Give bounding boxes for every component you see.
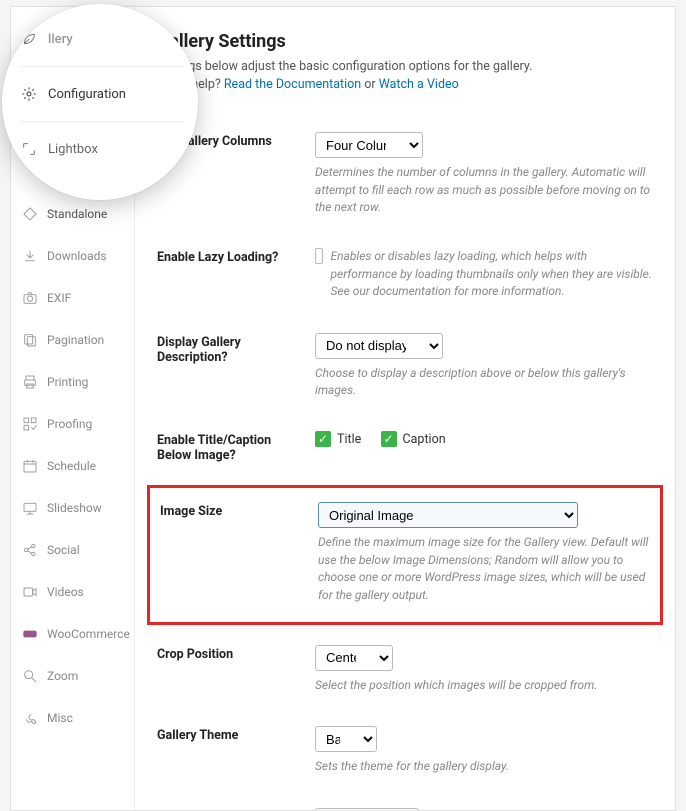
row-image-size: Image Size Original Image Define the max… bbox=[147, 485, 663, 625]
diamond-icon bbox=[21, 205, 39, 223]
select-columns[interactable]: Four Columns (4) bbox=[315, 132, 423, 158]
sidebar-item-proofing[interactable]: Proofing bbox=[11, 403, 134, 445]
help-description: Choose to display a description above or… bbox=[315, 365, 653, 400]
zoom-overlay: llery Configuration Lightbox bbox=[2, 4, 198, 200]
sidebar-item-pagination[interactable]: Pagination bbox=[11, 319, 134, 361]
sidebar-item-label: Downloads bbox=[47, 249, 107, 263]
row-columns: r of Gallery Columns Four Columns (4) De… bbox=[157, 122, 653, 238]
row-theme: Gallery Theme Base Sets the theme for th… bbox=[157, 716, 653, 797]
sidebar-item-label: Pagination bbox=[47, 333, 104, 347]
sidebar-item-label: Printing bbox=[47, 375, 88, 389]
sidebar-item-zoom[interactable]: Zoom bbox=[11, 655, 134, 697]
label-lazy: Enable Lazy Loading? bbox=[157, 248, 315, 265]
checkbox-title[interactable]: ✓ bbox=[315, 431, 331, 447]
label-size: Image Size bbox=[160, 502, 318, 519]
sidebar-item-social[interactable]: Social bbox=[11, 529, 134, 571]
sidebar-item-downloads[interactable]: Downloads bbox=[11, 235, 134, 277]
checkbox-caption[interactable]: ✓ bbox=[381, 431, 397, 447]
expand-icon bbox=[20, 140, 38, 158]
select-description[interactable]: Do not display bbox=[315, 333, 443, 359]
doc-link[interactable]: Read the Documentation bbox=[224, 77, 361, 92]
share-icon bbox=[21, 541, 39, 559]
row-gutter: Column Gutter Width px Sets the space be… bbox=[157, 798, 653, 810]
zoom-item-label: llery bbox=[48, 32, 73, 47]
sidebar-item-exif[interactable]: EXIF bbox=[11, 277, 134, 319]
label-theme: Gallery Theme bbox=[157, 726, 315, 743]
help-lazy: Enables or disables lazy loading, which … bbox=[331, 248, 653, 300]
download-icon bbox=[21, 247, 39, 265]
main-content: Gallery Settings settings below adjust t… bbox=[135, 7, 675, 810]
woo-icon bbox=[21, 625, 39, 643]
sidebar-item-label: Misc bbox=[47, 711, 73, 725]
sidebar-item-schedule[interactable]: Schedule bbox=[11, 445, 134, 487]
sidebar-item-label: Social bbox=[47, 543, 80, 557]
label-description: Display Gallery Description? bbox=[157, 333, 315, 365]
zoom-item-label: Lightbox bbox=[48, 142, 98, 157]
label-crop: Crop Position bbox=[157, 645, 315, 662]
row-description: Display Gallery Description? Do not disp… bbox=[157, 323, 653, 422]
label-title-cb: Title bbox=[337, 432, 361, 447]
printer-icon bbox=[21, 373, 39, 391]
grid-check-icon bbox=[21, 415, 39, 433]
zoom-item-label: Configuration bbox=[48, 87, 126, 102]
camera-icon bbox=[21, 289, 39, 307]
zoom-icon bbox=[21, 667, 39, 685]
select-crop[interactable]: Center bbox=[315, 645, 393, 671]
page-title: Gallery Settings bbox=[157, 31, 653, 52]
zoom-item-gallery[interactable]: llery bbox=[20, 30, 184, 67]
gear-icon bbox=[20, 85, 38, 103]
pages-icon bbox=[21, 331, 39, 349]
sidebar-item-label: Schedule bbox=[47, 459, 96, 473]
sidebar-item-standalone[interactable]: Standalone bbox=[11, 193, 134, 235]
sidebar-item-woocommerce[interactable]: WooCommerce bbox=[11, 613, 134, 655]
sidebar-item-label: Standalone bbox=[47, 207, 107, 221]
input-gutter[interactable] bbox=[315, 808, 419, 810]
select-image-size[interactable]: Original Image bbox=[318, 502, 578, 528]
sidebar-item-printing[interactable]: Printing bbox=[11, 361, 134, 403]
select-theme[interactable]: Base bbox=[315, 726, 377, 752]
row-lazy: Enable Lazy Loading? Enables or disables… bbox=[157, 238, 653, 322]
sidebar-item-label: Zoom bbox=[47, 669, 78, 683]
zoom-item-lightbox[interactable]: Lightbox bbox=[20, 122, 184, 176]
sidebar-item-label: WooCommerce bbox=[47, 627, 130, 641]
sidebar-item-videos[interactable]: Videos bbox=[11, 571, 134, 613]
label-gutter: Column Gutter Width bbox=[157, 808, 315, 810]
sidebar-item-misc[interactable]: Misc bbox=[11, 697, 134, 739]
label-caption-cb: Caption bbox=[403, 432, 446, 447]
calendar-icon bbox=[21, 457, 39, 475]
row-crop: Crop Position Center Select the position… bbox=[157, 635, 653, 716]
row-caption: Enable Title/Caption Below Image? ✓ Title… bbox=[157, 421, 653, 485]
wrench-icon bbox=[21, 709, 39, 727]
video-link[interactable]: Watch a Video bbox=[379, 77, 459, 92]
label-caption: Enable Title/Caption Below Image? bbox=[157, 431, 315, 463]
help-columns: Determines the number of columns in the … bbox=[315, 164, 653, 216]
help-crop: Select the position which images will be… bbox=[315, 677, 653, 694]
sidebar-item-label: Slideshow bbox=[47, 501, 102, 515]
zoom-item-configuration[interactable]: Configuration bbox=[20, 67, 184, 122]
sidebar-item-label: EXIF bbox=[47, 291, 71, 305]
sidebar-item-slideshow[interactable]: Slideshow bbox=[11, 487, 134, 529]
page-intro: settings below adjust the basic configur… bbox=[157, 58, 653, 94]
video-icon bbox=[21, 583, 39, 601]
sidebar-item-label: Proofing bbox=[47, 417, 92, 431]
slideshow-icon bbox=[21, 499, 39, 517]
help-theme: Sets the theme for the gallery display. bbox=[315, 758, 653, 775]
checkbox-lazy[interactable] bbox=[315, 248, 323, 264]
sidebar-item-label: Videos bbox=[47, 585, 84, 599]
help-size: Define the maximum image size for the Ga… bbox=[318, 534, 650, 604]
